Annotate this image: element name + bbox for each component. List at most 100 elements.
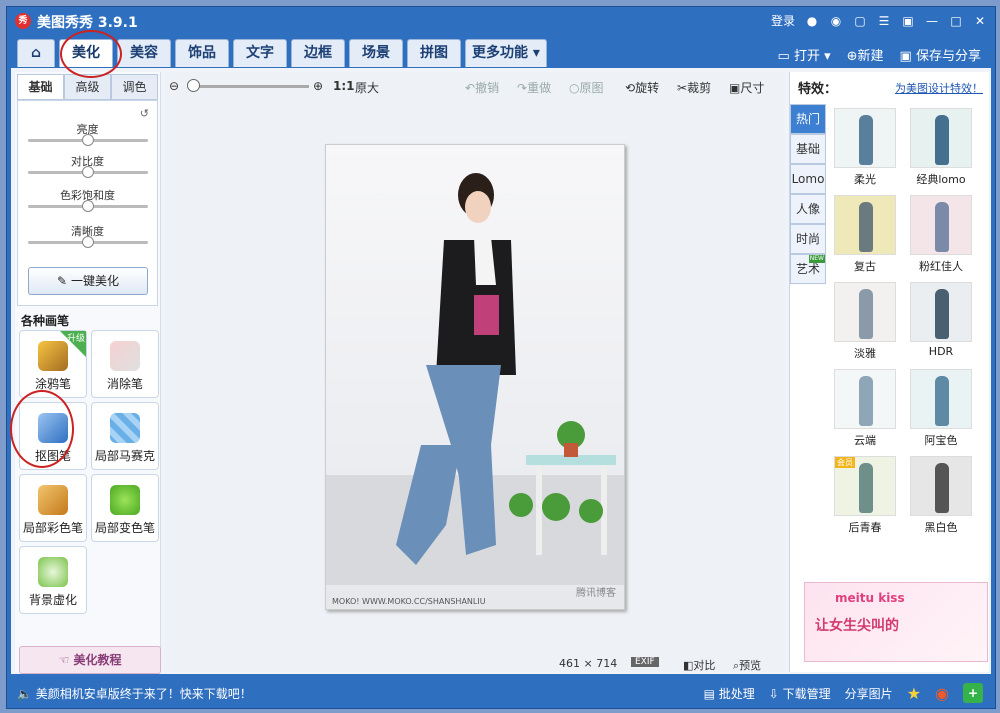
effect-cloud[interactable]: 云端	[834, 369, 896, 448]
close-icon[interactable]: ✕	[973, 14, 987, 28]
mosaic-brush[interactable]: 局部马赛克	[91, 402, 159, 470]
feedback-icon[interactable]: ▢	[853, 14, 867, 28]
tutorial-button[interactable]: ☜ 美化教程	[19, 646, 161, 674]
news-ticker[interactable]: 🔈 美颜相机安卓版终于来了！快来下载吧！	[17, 685, 252, 702]
skin-icon[interactable]: ▣	[901, 14, 915, 28]
tab-more[interactable]: 更多功能 ▾	[465, 39, 547, 67]
slider-knob[interactable]	[82, 166, 94, 178]
zoom-slider[interactable]	[189, 85, 309, 88]
effect-pink-lady[interactable]: 粉红佳人	[910, 195, 972, 274]
zoom-knob[interactable]	[187, 79, 200, 92]
batch-label: 批处理	[718, 686, 755, 701]
add-icon[interactable]: +	[963, 683, 983, 703]
tab-text[interactable]: 文字	[233, 39, 287, 67]
canvas-area: ⊖ ⊕ 1:1 原大 ↶撤销 ↷重做 ○原图 ⟲旋转 ✂裁剪 ▣尺寸 MOKO!…	[165, 72, 785, 672]
effect-thumb	[834, 282, 896, 342]
effect-figure	[859, 202, 873, 252]
tab-collage[interactable]: 拼图	[407, 39, 461, 67]
effect-label: 复古	[854, 260, 876, 273]
ratio-button[interactable]: 1:1	[333, 79, 355, 93]
design-effects-link[interactable]: 为美图设计特效！	[895, 80, 983, 96]
login-link[interactable]: 登录	[771, 12, 795, 29]
home-tab[interactable]: ⌂	[17, 39, 55, 67]
effect-youth[interactable]: 会员 后青春	[834, 456, 896, 535]
slider-knob[interactable]	[82, 236, 94, 248]
vtab-art[interactable]: 艺术 NEW	[790, 254, 826, 284]
advertisement-banner[interactable]: meitu kiss 让女生尖叫的	[804, 582, 988, 662]
title-bar: 秀 美图秀秀 3.9.1 登录 ● ◉ ▢ ☰ ▣ — □ ✕	[7, 7, 995, 35]
qq-icon[interactable]: ●	[805, 14, 819, 28]
batch-button[interactable]: ▤ 批处理	[704, 685, 755, 702]
slider-knob[interactable]	[82, 134, 94, 146]
effect-black-white[interactable]: 黑白色	[910, 456, 972, 535]
sharpness-slider[interactable]	[28, 236, 148, 248]
zoom-in-icon[interactable]: ⊕	[313, 79, 323, 93]
saturation-slider[interactable]	[28, 200, 148, 212]
undo-button[interactable]: ↶撤销	[465, 79, 499, 96]
compare-button[interactable]: ◧对比	[683, 657, 715, 673]
star-icon[interactable]: ★	[907, 684, 921, 703]
tab-beauty[interactable]: 美容	[117, 39, 171, 67]
vtab-lomo[interactable]: Lomo	[790, 164, 826, 194]
open-button[interactable]: ▭ 打开 ▾	[778, 45, 831, 64]
exif-button[interactable]: EXIF	[631, 657, 659, 667]
compare-label: 对比	[693, 659, 716, 672]
effect-thumb	[910, 282, 972, 342]
new-button[interactable]: ⊕新建	[847, 45, 884, 64]
effects-title: 特效：	[798, 82, 838, 97]
share-image-button[interactable]: 分享图片	[845, 685, 893, 702]
origin-button[interactable]: ○原图	[569, 79, 604, 96]
graffiti-brush[interactable]: 升级 涂鸦笔	[19, 330, 87, 398]
weibo-share-icon[interactable]: ◉	[935, 684, 949, 703]
tab-accessories[interactable]: 饰品	[175, 39, 229, 67]
crop-button[interactable]: ✂裁剪	[677, 79, 711, 96]
vtab-portrait[interactable]: 人像	[790, 194, 826, 224]
preview-label: 预览	[739, 659, 762, 672]
preview-button[interactable]: ⌕预览	[733, 657, 761, 673]
effect-retro[interactable]: 复古	[834, 195, 896, 274]
effect-abao[interactable]: 阿宝色	[910, 369, 972, 448]
effect-label: 阿宝色	[924, 434, 958, 447]
effect-elegant[interactable]: 淡雅	[834, 282, 896, 361]
original-size-button[interactable]: 原大	[355, 79, 379, 96]
effect-label: 云端	[854, 434, 876, 447]
crop-label: 裁剪	[687, 81, 712, 95]
photo-canvas[interactable]: MOKO! WWW.MOKO.CC/SHANSHANLIU 腾讯博客	[325, 144, 625, 610]
effect-classic-lomo[interactable]: 经典lomo	[910, 108, 972, 187]
mosaic-icon	[110, 413, 140, 443]
tab-scene[interactable]: 场景	[349, 39, 403, 67]
color-change-brush[interactable]: 局部变色笔	[91, 474, 159, 542]
tab-frame[interactable]: 边框	[291, 39, 345, 67]
one-click-beautify-button[interactable]: ✎ 一键美化	[28, 267, 148, 295]
resize-button[interactable]: ▣尺寸	[729, 79, 764, 96]
vtab-hot[interactable]: 热门	[790, 104, 826, 134]
menu-icon[interactable]: ☰	[877, 14, 891, 28]
annotation-circle	[10, 390, 74, 468]
effect-thumb	[834, 195, 896, 255]
download-label: 下载管理	[782, 686, 831, 701]
weibo-icon[interactable]: ◉	[829, 14, 843, 28]
reset-icon[interactable]: ↺	[140, 107, 149, 120]
subtab-basic[interactable]: 基础	[17, 74, 64, 100]
redo-button[interactable]: ↷重做	[517, 79, 551, 96]
save-share-button[interactable]: ▣ 保存与分享	[900, 45, 981, 64]
local-color-brush[interactable]: 局部彩色笔	[19, 474, 87, 542]
effect-hdr[interactable]: HDR	[910, 282, 972, 358]
vtab-fashion[interactable]: 时尚	[790, 224, 826, 254]
rotate-button[interactable]: ⟲旋转	[625, 79, 659, 96]
download-manager-button[interactable]: ⇩ 下载管理	[769, 685, 831, 702]
effect-soft-light[interactable]: 柔光	[834, 108, 896, 187]
subtab-color[interactable]: 调色	[111, 74, 158, 100]
brightness-slider[interactable]	[28, 134, 148, 146]
maximize-icon[interactable]: □	[949, 14, 963, 28]
tab-more-label: 更多功能	[472, 45, 529, 61]
local-color-label: 局部彩色笔	[22, 521, 83, 535]
eraser-brush[interactable]: 消除笔	[91, 330, 159, 398]
slider-knob[interactable]	[82, 200, 94, 212]
zoom-out-icon[interactable]: ⊖	[169, 79, 179, 93]
vtab-basic[interactable]: 基础	[790, 134, 826, 164]
minimize-icon[interactable]: —	[925, 14, 939, 28]
background-blur-brush[interactable]: 背景虚化	[19, 546, 87, 614]
contrast-slider[interactable]	[28, 166, 148, 178]
one-click-label: 一键美化	[70, 274, 119, 288]
